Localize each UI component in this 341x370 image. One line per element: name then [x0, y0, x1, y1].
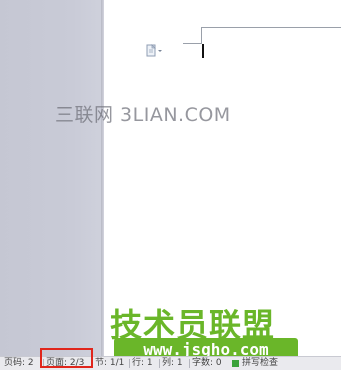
status-page-number[interactable]: 页码: 2 [4, 358, 34, 369]
watermark-jsgho: 技术员联盟 www.jsgho.com [110, 300, 310, 362]
text-cursor [202, 44, 204, 58]
status-separator [159, 359, 160, 368]
status-spell-check[interactable]: 拼写检查 [242, 358, 278, 369]
status-word-count[interactable]: 字数: 0 [192, 358, 222, 369]
status-separator [189, 359, 190, 368]
watermark-jsgho-title: 技术员联盟 [110, 306, 276, 344]
status-column[interactable]: 列: 1 [162, 358, 183, 369]
page-count-highlight [40, 348, 93, 368]
spell-check-icon [232, 360, 239, 367]
document-gray-margin [0, 0, 104, 356]
watermark-3lian: 三联网 3LIAN.COM [55, 104, 231, 126]
margin-marker-left [183, 43, 201, 44]
status-separator [129, 359, 130, 368]
status-row[interactable]: 行: 1 [132, 358, 153, 369]
paste-options-icon[interactable] [146, 43, 164, 57]
text-area-margin-marker [201, 27, 341, 44]
status-section[interactable]: 节: 1/1 [95, 358, 124, 369]
